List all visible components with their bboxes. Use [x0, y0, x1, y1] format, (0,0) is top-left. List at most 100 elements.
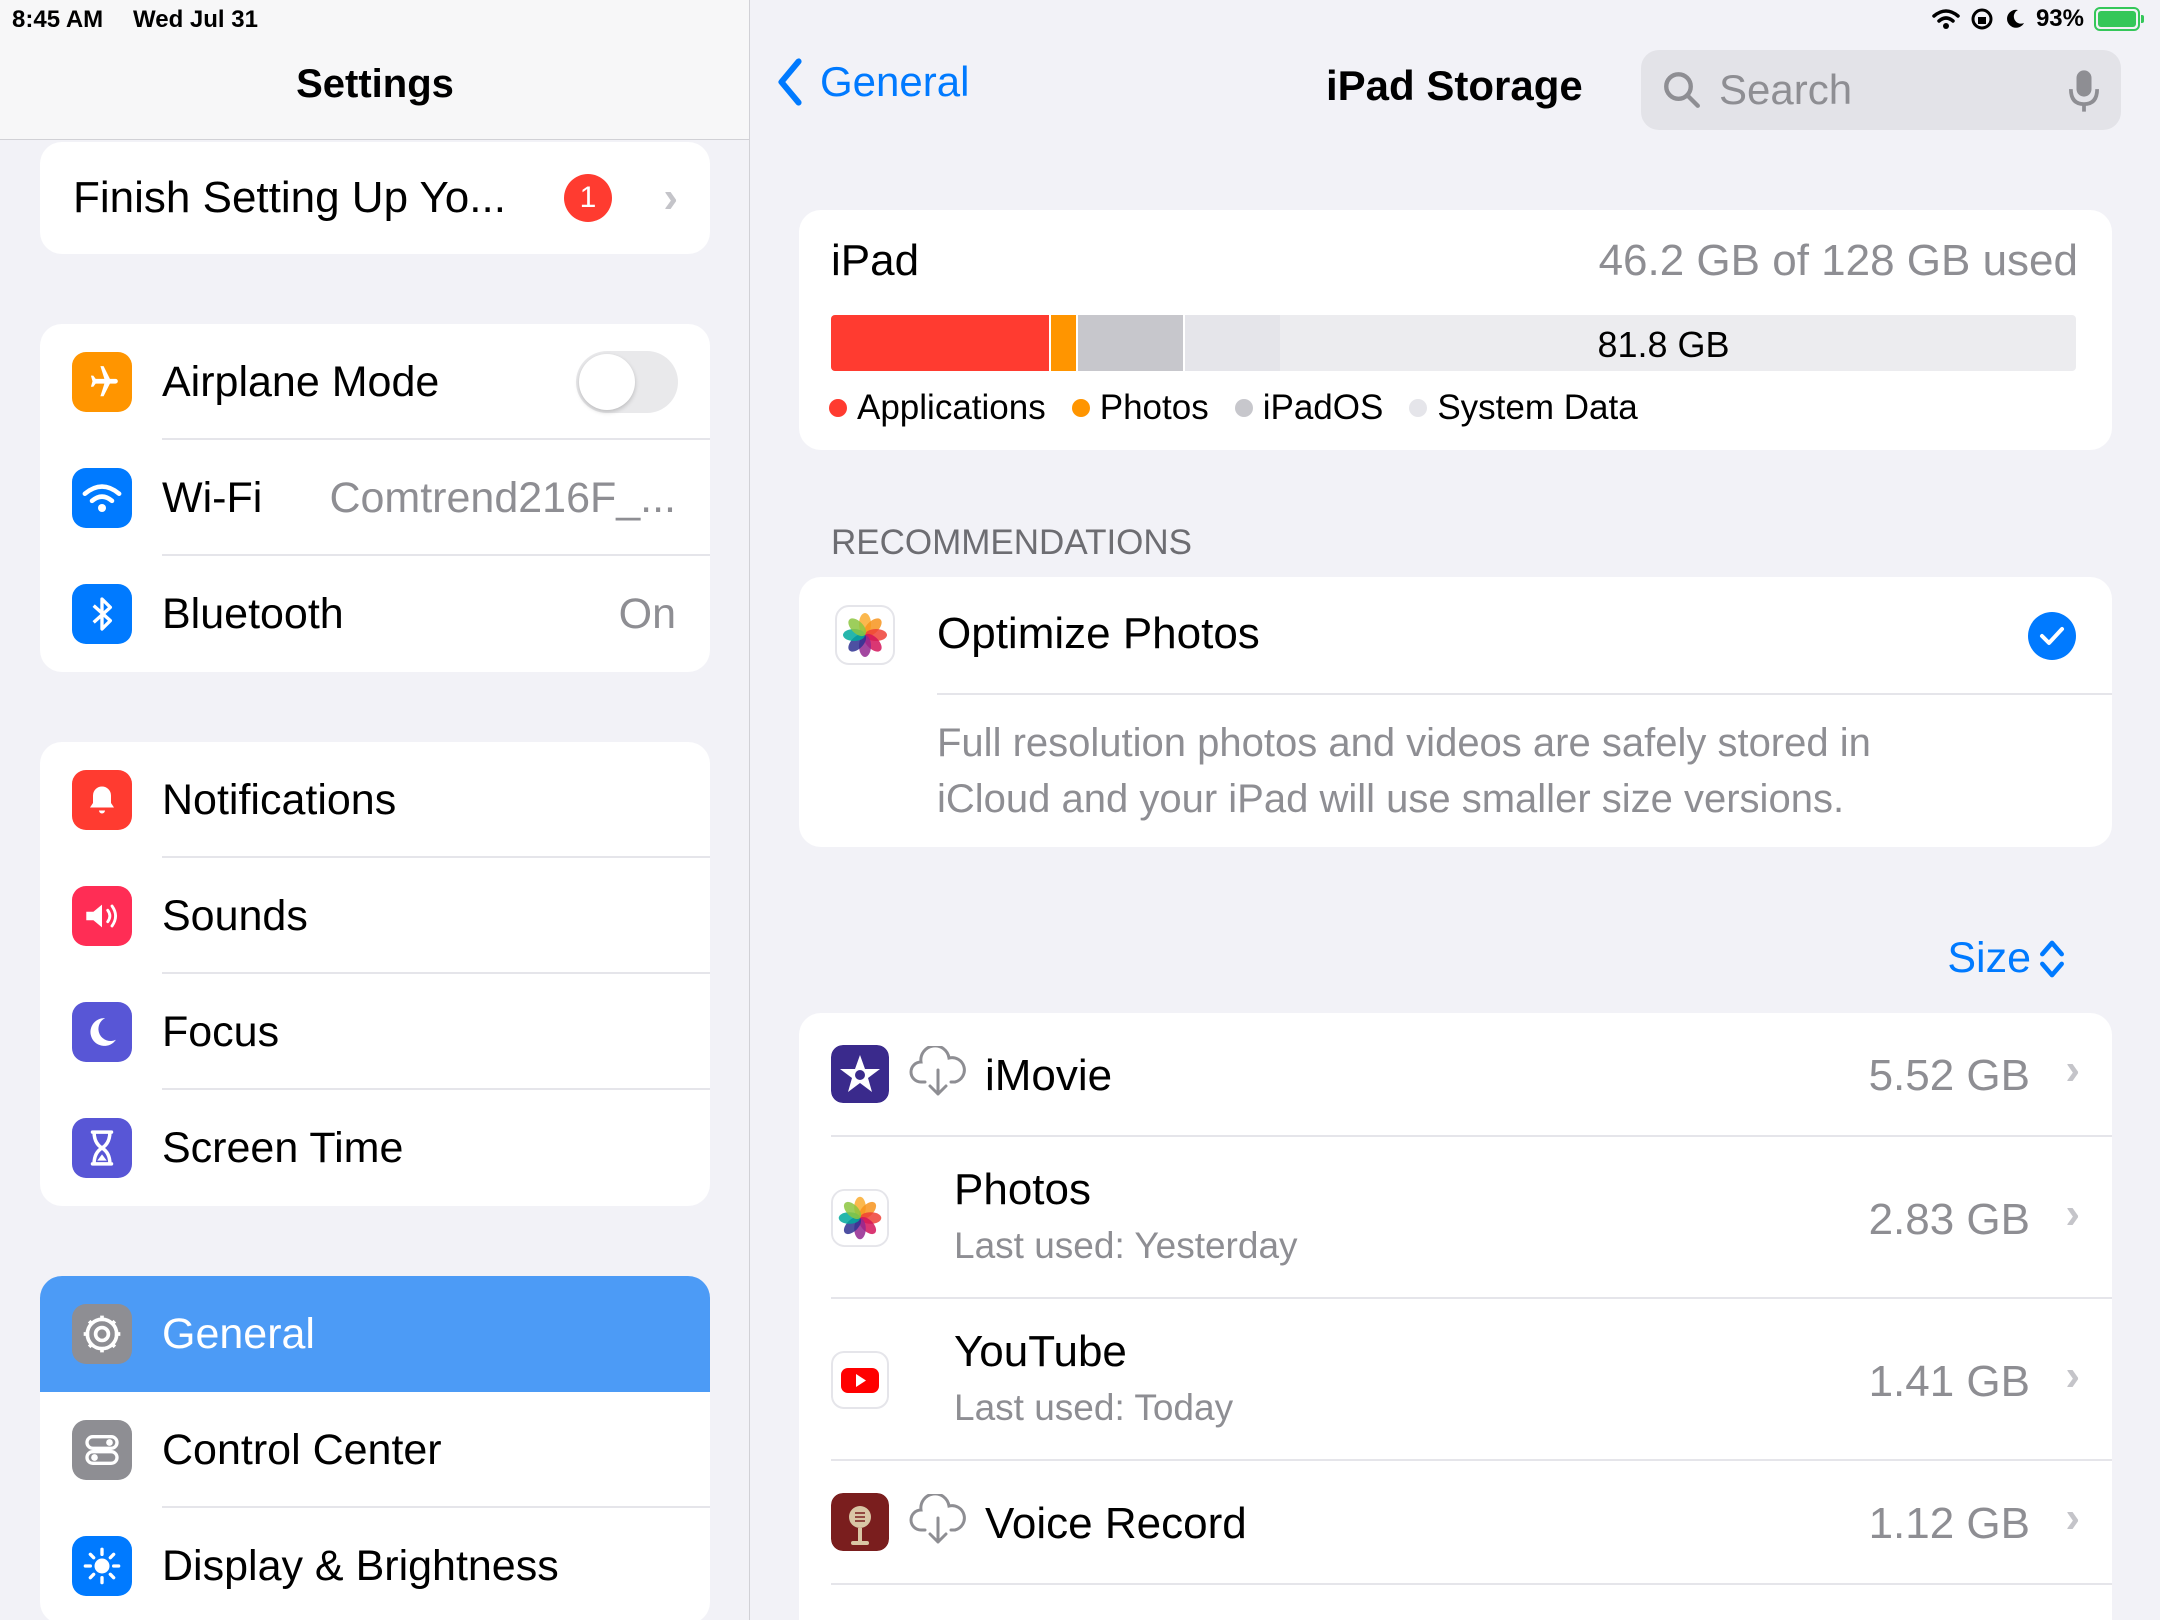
battery-percent: 93%: [2035, 5, 2084, 32]
back-button[interactable]: General: [776, 58, 969, 106]
speaker-icon: [72, 886, 132, 946]
microphone-icon[interactable]: [2069, 68, 2099, 114]
finish-setup-label: Finish Setting Up Yo...: [73, 173, 506, 222]
status-date: Wed Jul 31: [133, 6, 258, 33]
app-size: 5.52 GB: [1868, 1051, 2030, 1100]
sidebar-item-display-brightness[interactable]: Display & Brightness: [40, 1508, 710, 1620]
wifi-network-name: Comtrend216F_...: [329, 473, 676, 522]
search-icon: [1664, 72, 1700, 108]
alerts-group: Notifications Sounds Focus Screen Time: [40, 742, 710, 1206]
moon-status-icon: [2007, 9, 2024, 28]
storage-used-label: 46.2 GB of 128 GB used: [1598, 236, 2078, 285]
optimize-photos-card: Optimize Photos Full resolution photos a…: [799, 577, 2112, 847]
list-item-voice-record[interactable]: Voice Record 1.12 GB ›: [799, 1461, 2112, 1585]
device-name: iPad: [831, 236, 920, 285]
legend-photos: Photos: [1071, 388, 1209, 428]
sidebar-title: Settings: [296, 62, 454, 106]
chevron-up-down-icon: [2040, 940, 2064, 977]
switches-icon: [72, 1420, 132, 1480]
legend-applications: Applications: [829, 388, 1046, 428]
sort-button[interactable]: Size: [1947, 934, 2065, 983]
status-right: 93%: [1932, 5, 2144, 33]
checkmark-icon: [2040, 627, 2064, 645]
optimize-photos-checkmark[interactable]: [2028, 612, 2076, 660]
airplane-mode-toggle[interactable]: [576, 351, 678, 413]
sidebar-item-notifications[interactable]: Notifications: [40, 742, 710, 858]
finish-setup-group: Finish Setting Up Yo... 1 ›: [40, 142, 710, 254]
sidebar-item-sounds[interactable]: Sounds: [40, 858, 710, 974]
chevron-right-icon: ›: [2065, 1351, 2080, 1400]
sidebar-item-label: Wi-Fi: [162, 473, 263, 522]
photos-icon: [835, 605, 895, 665]
search-field[interactable]: Search: [1641, 50, 2121, 130]
chevron-left-icon: [778, 58, 802, 106]
sidebar-item-label: General: [162, 1309, 315, 1358]
airplane-icon: [72, 352, 132, 412]
storage-bar: 81.8 GB: [831, 315, 2076, 371]
voice-record-icon: [831, 1493, 889, 1551]
chevron-right-icon: ›: [2065, 1045, 2080, 1094]
sidebar-item-wifi[interactable]: Wi-Fi Comtrend216F_...: [40, 440, 710, 556]
sidebar-item-label: Bluetooth: [162, 589, 344, 638]
app-name: Photos: [954, 1165, 1091, 1214]
cloud-download-icon[interactable]: [909, 1494, 967, 1548]
app-name: YouTube: [954, 1327, 1127, 1376]
bluetooth-icon: [72, 584, 132, 644]
sidebar-item-label: Sounds: [162, 891, 308, 940]
chevron-right-icon: ›: [2065, 1493, 2080, 1542]
list-item-photos[interactable]: Photos Last used: Yesterday 2.83 GB ›: [799, 1137, 2112, 1299]
status-time: 8:45 AM: [12, 6, 104, 33]
sun-icon: [72, 1536, 132, 1596]
storage-legend: Applications Photos iPadOS System Data: [829, 388, 1638, 428]
app-last-used: Last used: Today: [954, 1387, 1234, 1428]
search-placeholder: Search: [1719, 66, 1853, 113]
chevron-right-icon: ›: [663, 173, 678, 222]
moon-icon: [72, 1002, 132, 1062]
app-size: 1.41 GB: [1868, 1357, 2030, 1406]
connectivity-group: Airplane Mode Wi-Fi Comtrend216F_... Blu…: [40, 324, 710, 672]
system-group: General Control Center Display & Brightn…: [40, 1276, 710, 1620]
youtube-icon: [831, 1351, 889, 1409]
recommendations-header: RECOMMENDATIONS: [831, 523, 1193, 562]
legend-system-data: System Data: [1409, 388, 1638, 428]
apps-list: iMovie 5.52 GB › Photos Last used: Yeste…: [799, 1013, 2112, 1620]
storage-summary-card: iPad 46.2 GB of 128 GB used 81.8 GB Appl…: [799, 210, 2112, 450]
legend-ipados: iPadOS: [1234, 388, 1383, 428]
status-bar: 8:45 AM Wed Jul 31 93%: [0, 0, 2160, 40]
main-pane: General iPad Storage Search iPad 46.2 GB…: [751, 0, 2160, 1620]
sidebar-item-label: Focus: [162, 1007, 280, 1056]
wifi-status-icon: [1932, 9, 1960, 29]
back-button-label: General: [820, 58, 970, 105]
orientation-lock-icon: [1971, 8, 1993, 30]
sidebar-item-bluetooth[interactable]: Bluetooth On: [40, 556, 710, 672]
gear-icon: [72, 1304, 132, 1364]
chevron-right-icon: ›: [2065, 1189, 2080, 1238]
cloud-download-icon[interactable]: [909, 1046, 967, 1100]
bluetooth-status: On: [618, 589, 676, 638]
battery-icon: [2094, 7, 2144, 31]
sidebar-item-label: Screen Time: [162, 1123, 404, 1172]
sidebar-item-screen-time[interactable]: Screen Time: [40, 1090, 710, 1206]
page-title: iPad Storage: [1326, 62, 1583, 109]
app-name: iMovie: [985, 1051, 1113, 1100]
sidebar-item-label: Notifications: [162, 775, 397, 824]
sidebar-item-airplane-mode[interactable]: Airplane Mode: [40, 324, 710, 440]
finish-setup-row[interactable]: Finish Setting Up Yo... 1 ›: [40, 142, 710, 254]
sidebar: Settings Finish Setting Up Yo... 1 › Air…: [0, 0, 750, 1620]
sidebar-item-focus[interactable]: Focus: [40, 974, 710, 1090]
sidebar-item-label: Airplane Mode: [162, 357, 440, 406]
optimize-photos-title: Optimize Photos: [937, 609, 1260, 658]
notification-badge: 1: [564, 174, 612, 222]
optimize-photos-description: Full resolution photos and videos are sa…: [937, 721, 1871, 821]
photos-icon: [831, 1189, 889, 1247]
sidebar-item-label: Control Center: [162, 1425, 442, 1474]
list-item-imovie[interactable]: iMovie 5.52 GB ›: [799, 1013, 2112, 1137]
app-name: Voice Record: [985, 1499, 1247, 1548]
sort-label: Size: [1947, 934, 2031, 982]
hourglass-icon: [72, 1118, 132, 1178]
app-size: 2.83 GB: [1868, 1195, 2030, 1244]
sidebar-item-control-center[interactable]: Control Center: [40, 1392, 710, 1508]
sidebar-item-general[interactable]: General: [40, 1276, 710, 1392]
bell-icon: [72, 770, 132, 830]
list-item-youtube[interactable]: YouTube Last used: Today 1.41 GB ›: [799, 1299, 2112, 1461]
